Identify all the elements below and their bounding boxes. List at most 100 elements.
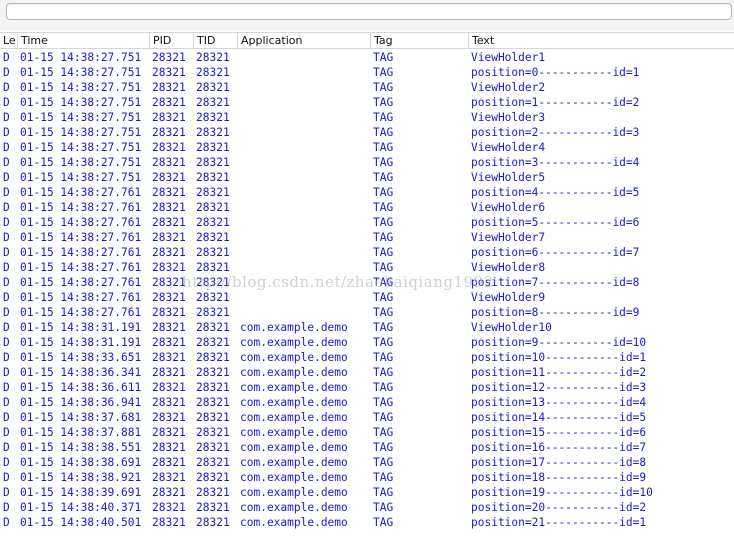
cell-time: 01-15 14:38:36.611 [20,381,142,394]
log-row[interactable]: D 01-15 14:38:33.651 28321 28321 com.example… [0,350,734,365]
cell-time: 01-15 14:38:40.501 [20,516,142,529]
cell-time: 01-15 14:38:31.191 [20,336,142,349]
cell-tid: 28321 [196,261,230,274]
log-row[interactable]: D 01-15 14:38:27.761 28321 28321 TAG position… [0,215,734,230]
cell-text: ViewHolder10 [471,321,552,334]
log-row[interactable]: D 01-15 14:38:27.751 28321 28321 TAG ViewHold… [0,110,734,125]
cell-level: D [3,126,10,139]
log-row[interactable]: D 01-15 14:38:37.681 28321 28321 com.example… [0,410,734,425]
cell-level: D [3,321,10,334]
cell-tag: TAG [373,426,394,439]
column-header-tag[interactable]: Tag [371,33,469,48]
cell-application: com.example.demo [240,471,348,484]
cell-application [240,245,370,260]
cell-pid: 28321 [152,486,186,499]
cell-level: D [3,381,10,394]
cell-pid: 28321 [152,441,186,454]
log-row[interactable]: D 01-15 14:38:27.761 28321 28321 TAG position… [0,305,734,320]
cell-application [240,50,370,65]
cell-level: D [3,96,10,109]
cell-text: ViewHolder9 [471,291,546,304]
log-row[interactable]: D 01-15 14:38:31.191 28321 28321 com.example… [0,320,734,335]
log-row[interactable]: D 01-15 14:38:38.551 28321 28321 com.example… [0,440,734,455]
cell-tag: TAG [373,411,394,424]
cell-pid: 28321 [152,51,186,64]
log-row[interactable]: D 01-15 14:38:31.191 28321 28321 com.example… [0,335,734,350]
cell-pid: 28321 [152,201,186,214]
log-row[interactable]: D 01-15 14:38:39.691 28321 28321 com.example… [0,485,734,500]
column-header-application[interactable]: Application [238,33,371,48]
cell-text: position=1-----------id=2 [471,96,640,109]
cell-tag: TAG [373,261,394,274]
cell-tag: TAG [373,306,394,319]
filter-input[interactable] [6,3,732,20]
cell-pid: 28321 [152,381,186,394]
log-row[interactable]: D 01-15 14:38:27.761 28321 28321 TAG ViewHold… [0,260,734,275]
log-row[interactable]: D 01-15 14:38:36.341 28321 28321 com.example… [0,365,734,380]
cell-application [240,155,370,170]
cell-pid: 28321 [152,366,186,379]
cell-text: position=19-----------id=10 [471,486,653,499]
log-row[interactable]: D 01-15 14:38:27.751 28321 28321 TAG position… [0,155,734,170]
cell-time: 01-15 14:38:27.761 [20,231,142,244]
cell-level: D [3,201,10,214]
log-row[interactable]: D 01-15 14:38:27.761 28321 28321 TAG position… [0,275,734,290]
column-header-tid[interactable]: TID [194,33,238,48]
log-row[interactable]: D 01-15 14:38:40.501 28321 28321 com.example… [0,515,734,530]
cell-level: D [3,171,10,184]
log-row[interactable]: D 01-15 14:38:27.751 28321 28321 TAG position… [0,65,734,80]
log-row[interactable]: D 01-15 14:38:36.611 28321 28321 com.example… [0,380,734,395]
cell-tag: TAG [373,276,394,289]
log-row[interactable]: D 01-15 14:38:27.761 28321 28321 TAG position… [0,245,734,260]
cell-tid: 28321 [196,471,230,484]
cell-application [240,110,370,125]
cell-pid: 28321 [152,306,186,319]
log-row[interactable]: D 01-15 14:38:38.691 28321 28321 com.example… [0,455,734,470]
cell-application [240,95,370,110]
cell-level: D [3,246,10,259]
log-row[interactable]: D 01-15 14:38:27.751 28321 28321 TAG position… [0,95,734,110]
cell-level: D [3,486,10,499]
cell-tag: TAG [373,156,394,169]
cell-pid: 28321 [152,141,186,154]
cell-tag: TAG [373,366,394,379]
log-row[interactable]: D 01-15 14:38:27.751 28321 28321 TAG position… [0,125,734,140]
log-row[interactable]: D 01-15 14:38:27.751 28321 28321 TAG ViewHold… [0,50,734,65]
log-row[interactable]: D 01-15 14:38:36.941 28321 28321 com.example… [0,395,734,410]
cell-time: 01-15 14:38:37.881 [20,426,142,439]
cell-level: D [3,156,10,169]
log-row[interactable]: D 01-15 14:38:40.371 28321 28321 com.example… [0,500,734,515]
cell-time: 01-15 14:38:27.761 [20,186,142,199]
cell-level: D [3,186,10,199]
cell-text: ViewHolder8 [471,261,546,274]
cell-application: com.example.demo [240,516,348,529]
log-row[interactable]: D 01-15 14:38:37.881 28321 28321 com.example… [0,425,734,440]
column-header-level[interactable]: Le [0,33,18,48]
column-header-text[interactable]: Text [469,33,734,48]
log-row[interactable]: D 01-15 14:38:27.761 28321 28321 TAG ViewHold… [0,290,734,305]
log-row[interactable]: D 01-15 14:38:27.761 28321 28321 TAG position… [0,185,734,200]
cell-text: position=4-----------id=5 [471,186,640,199]
log-row[interactable]: D 01-15 14:38:27.751 28321 28321 TAG ViewHold… [0,80,734,95]
cell-application: com.example.demo [240,441,348,454]
cell-time: 01-15 14:38:27.751 [20,141,142,154]
cell-application: com.example.demo [240,501,348,514]
cell-text: position=20-----------id=2 [471,501,647,514]
cell-time: 01-15 14:38:27.751 [20,156,142,169]
cell-pid: 28321 [152,96,186,109]
cell-tag: TAG [373,396,394,409]
column-header-pid[interactable]: PID [150,33,194,48]
cell-application [240,305,370,320]
log-row[interactable]: D 01-15 14:38:27.751 28321 28321 TAG ViewHold… [0,170,734,185]
log-row[interactable]: D 01-15 14:38:27.751 28321 28321 TAG ViewHold… [0,140,734,155]
cell-level: D [3,426,10,439]
log-row[interactable]: D 01-15 14:38:27.761 28321 28321 TAG ViewHold… [0,200,734,215]
cell-level: D [3,396,10,409]
log-row[interactable]: D 01-15 14:38:27.761 28321 28321 TAG ViewHold… [0,230,734,245]
cell-level: D [3,261,10,274]
cell-application [240,290,370,305]
cell-tag: TAG [373,381,394,394]
column-header-time[interactable]: Time [18,33,150,48]
log-row[interactable]: D 01-15 14:38:38.921 28321 28321 com.example… [0,470,734,485]
cell-text: position=16-----------id=7 [471,441,647,454]
